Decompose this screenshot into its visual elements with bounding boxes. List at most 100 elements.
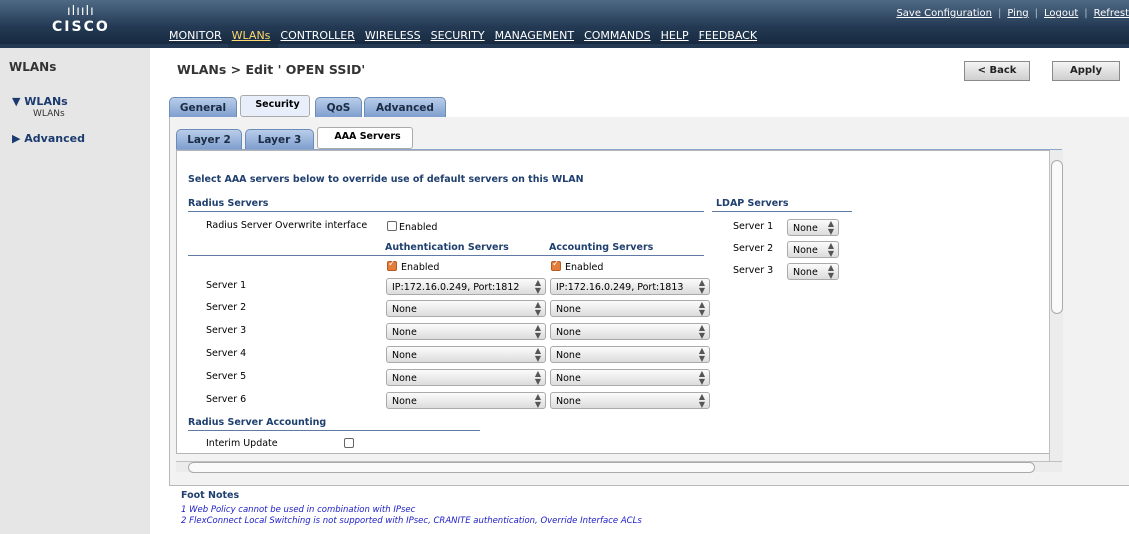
acct-enabled-checkbox[interactable] [551,259,561,271]
select-arrows-icon: ▲ ▼ [534,346,541,363]
server-1-acct-select[interactable]: IP:172.16.0.249, Port:1813 ▲ ▼ [550,278,710,295]
auth-enabled-label: Enabled [401,262,440,273]
server-3-auth-select[interactable]: None ▲ ▼ [386,323,546,340]
ldap-server-2-select[interactable]: None ▲ ▼ [787,241,839,258]
foot-notes-heading: Foot Notes [181,490,240,501]
logout-link[interactable]: Logout [1044,8,1078,19]
sidebar-item-advanced[interactable]: ▶ Advanced [12,132,85,145]
menu-commands[interactable]: COMMANDS [584,29,651,42]
page-title: WLANs > Edit ' OPEN SSID' [177,62,366,77]
select-arrows-icon: ▲ ▼ [827,263,834,280]
sidebar-item-advanced-label: Advanced [24,132,85,145]
server-5-auth-select[interactable]: None ▲ ▼ [386,369,546,386]
tab-qos[interactable]: QoS [315,97,362,118]
tab-general[interactable]: General [169,97,237,118]
interim-update-checkbox[interactable] [344,438,354,448]
header-links: Save Configuration | Ping | Logout | Refrest [896,8,1129,19]
overwrite-interface-label: Radius Server Overwrite interface [206,220,368,231]
server-2-auth-value: None [392,304,417,315]
menu-security[interactable]: SECURITY [431,29,485,42]
server-3-auth-value: None [392,327,417,338]
menu-wlans[interactable]: WLANs [232,29,271,42]
cisco-logo-word: CISCO [52,19,110,35]
sidebar-title: WLANs [9,60,57,74]
server-1-auth-select[interactable]: IP:172.16.0.249, Port:1812 ▲ ▼ [386,278,546,295]
auth-servers-heading: Authentication Servers [385,242,509,253]
select-arrows-icon: ▲ ▼ [698,346,705,363]
server-6-acct-value: None [556,396,581,407]
save-configuration-link[interactable]: Save Configuration [896,8,992,19]
server-1-acct-value: IP:172.16.0.249, Port:1813 [556,282,684,293]
horizontal-scrollbar[interactable] [176,461,1062,473]
menu-feedback[interactable]: FEEDBACK [699,29,757,42]
back-button[interactable]: < Back [964,61,1030,81]
server-2-acct-value: None [556,304,581,315]
ldap-server-1-select[interactable]: None ▲ ▼ [787,219,839,236]
top-header: ılıılı CISCO Save Configuration | Ping | Log… [0,0,1129,48]
server-5-acct-select[interactable]: None ▲ ▼ [550,369,710,386]
apply-button[interactable]: Apply [1052,61,1120,81]
select-arrows-icon: ▲ ▼ [698,369,705,386]
ldap-server-3-select[interactable]: None ▲ ▼ [787,263,839,280]
tab-security[interactable]: Security [240,95,310,117]
radius-servers-heading: Radius Servers [188,198,269,209]
server-1-label: Server 1 [206,280,247,291]
ldap-server-2-label: Server 2 [733,243,774,254]
vertical-scrollbar[interactable] [1049,150,1063,461]
select-arrows-icon: ▲ ▼ [534,300,541,317]
auth-enabled-checkbox[interactable] [387,259,397,271]
tab-aaa-servers[interactable]: AAA Servers [317,127,413,149]
server-4-auth-select[interactable]: None ▲ ▼ [386,346,546,363]
ldap-server-1-value: None [793,223,818,234]
menu-controller[interactable]: CONTROLLER [280,29,354,42]
select-arrows-icon: ▲ ▼ [534,278,541,295]
top-menu: MONITOR WLANs CONTROLLER WIRELESS SECURITY MA… [169,29,767,42]
server-2-acct-select[interactable]: None ▲ ▼ [550,300,710,317]
cisco-logo-bars: ılıılı [67,4,95,19]
server-5-acct-value: None [556,373,581,384]
server-6-auth-select[interactable]: None ▲ ▼ [386,392,546,409]
server-2-auth-select[interactable]: None ▲ ▼ [386,300,546,317]
server-4-acct-value: None [556,350,581,361]
acct-servers-heading: Accounting Servers [549,242,654,253]
refresh-link[interactable]: Refrest [1094,8,1129,19]
servers-rule [188,255,704,256]
server-3-acct-select[interactable]: None ▲ ▼ [550,323,710,340]
overwrite-enabled-label: Enabled [399,222,438,233]
expanded-triangle-icon: ▼ [12,95,25,108]
menu-wireless[interactable]: WIRELESS [365,29,421,42]
acct-enabled-label: Enabled [565,262,604,273]
select-arrows-icon: ▲ ▼ [698,392,705,409]
radius-rule [188,211,704,212]
server-6-auth-value: None [392,396,417,407]
ping-link[interactable]: Ping [1007,8,1028,19]
select-arrows-icon: ▲ ▼ [698,323,705,340]
tab-layer2[interactable]: Layer 2 [176,129,242,150]
menu-management[interactable]: MANAGEMENT [495,29,574,42]
sidebar-item-wlans[interactable]: ▼ WLANs [12,95,68,108]
horizontal-scroll-thumb[interactable] [188,462,1035,473]
select-arrows-icon: ▲ ▼ [698,278,705,295]
server-4-acct-select[interactable]: None ▲ ▼ [550,346,710,363]
menu-help[interactable]: HELP [661,29,689,42]
sidebar-subitem-wlans[interactable]: WLANs [33,109,65,119]
foot-notes: Foot Notes 1 Web Policy cannot be used i… [181,490,642,526]
menu-monitor[interactable]: MONITOR [169,29,222,42]
tab-layer3[interactable]: Layer 3 [245,129,314,150]
server-6-label: Server 6 [206,394,247,405]
aaa-intro-text: Select AAA servers below to override use… [188,174,584,185]
interim-update-label: Interim Update [206,438,278,449]
ldap-server-3-label: Server 3 [733,265,774,276]
accounting-rule [188,430,480,431]
sidebar: WLANs ▼ WLANs WLANs ▶ Advanced [0,48,150,534]
overwrite-interface-checkbox[interactable] [387,221,397,231]
cisco-logo: ılıılı CISCO [52,4,110,36]
server-2-label: Server 2 [206,302,247,313]
vertical-scroll-thumb[interactable] [1051,160,1063,314]
collapsed-triangle-icon: ▶ [12,132,25,145]
ldap-server-1-label: Server 1 [733,221,774,232]
server-3-label: Server 3 [206,325,247,336]
server-6-acct-select[interactable]: None ▲ ▼ [550,392,710,409]
tab-advanced[interactable]: Advanced [364,97,446,118]
foot-note-1: 1 Web Policy cannot be used in combinati… [181,505,416,515]
